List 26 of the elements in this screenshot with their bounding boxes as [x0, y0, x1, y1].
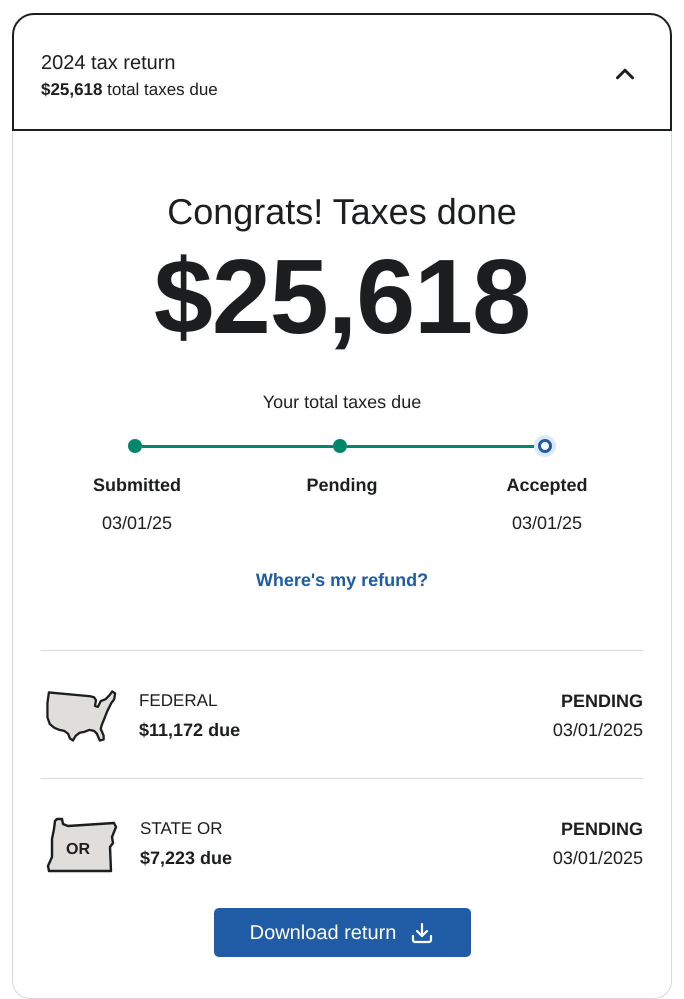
- oregon-map-icon: [46, 817, 120, 873]
- refund-link[interactable]: Where's my refund?: [256, 568, 428, 592]
- return-date: 03/01/2025: [552, 719, 643, 742]
- download-return-button[interactable]: Download return: [214, 908, 470, 957]
- amount-due: $11,172 due: [139, 719, 240, 742]
- state-abbreviation: OR: [66, 841, 90, 859]
- total-amount: $25,618: [154, 243, 530, 351]
- accordion-header[interactable]: 2024 tax return $25,618 total taxes due: [12, 13, 672, 131]
- congrats-heading: Congrats! Taxes done: [167, 190, 517, 234]
- step-date: 03/01/25: [102, 513, 172, 533]
- step-ring-icon: [534, 435, 556, 457]
- step-label: Accepted: [506, 474, 588, 497]
- step-label: Submitted: [93, 474, 181, 497]
- us-map-icon: [46, 689, 119, 742]
- return-status: PENDING: [560, 690, 643, 713]
- return-status: PENDING: [560, 818, 643, 841]
- return-type: FEDERAL: [139, 690, 218, 712]
- return-date: 03/01/2025: [552, 847, 643, 870]
- step-label: Pending: [306, 474, 378, 497]
- return-title: 2024 tax return: [41, 50, 177, 76]
- total-caption: Your total taxes due: [262, 391, 422, 414]
- total-due-summary: $25,618 total taxes due: [41, 78, 218, 100]
- amount-due: $7,223 due: [140, 847, 232, 870]
- step-date: 03/01/25: [512, 513, 582, 533]
- download-icon: [410, 920, 434, 944]
- return-type: STATE OR: [140, 818, 222, 840]
